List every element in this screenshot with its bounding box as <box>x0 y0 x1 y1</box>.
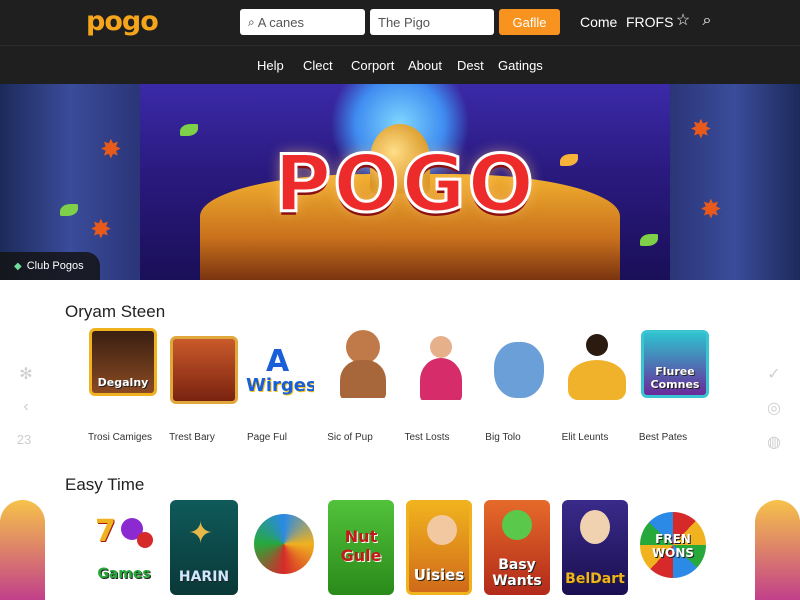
game-tile[interactable]: ✦ HARIN <box>170 500 238 595</box>
maple-leaf-icon: ✸ <box>100 134 122 164</box>
hero-title: POGO <box>273 139 536 232</box>
character-head <box>502 510 532 540</box>
nav-item-clect[interactable]: Clect <box>303 58 333 73</box>
game-caption[interactable]: Big Tolo <box>458 432 548 443</box>
game-tile[interactable] <box>254 514 314 574</box>
nav-item-gatings[interactable]: Gatings <box>498 58 543 73</box>
character-head <box>586 334 608 356</box>
top-bar: pogo ⌕ A canes The Pigo Gaflle Come FROF… <box>0 0 800 45</box>
seven-icon: 7 <box>95 514 116 549</box>
game-tile[interactable] <box>562 332 630 400</box>
hero-banner[interactable]: ✸ ✸ ✸ ✸ POGO <box>0 84 800 280</box>
game-tile[interactable]: A Wirges <box>246 340 314 408</box>
search-icon[interactable]: ⌕ <box>698 12 716 30</box>
pogo-logo[interactable]: pogo <box>86 6 159 37</box>
gear-icon: ✻ <box>19 366 33 383</box>
character-dress <box>420 358 462 400</box>
character-body <box>340 360 386 398</box>
game-caption[interactable]: Page Ful <box>222 432 312 443</box>
game-tile[interactable]: Degalny <box>89 328 157 396</box>
game-tile[interactable] <box>406 332 474 400</box>
game-tile[interactable]: 7 Games <box>89 510 159 590</box>
secondary-search-placeholder: The Pigo <box>378 14 431 30</box>
game-title: Wirges <box>246 375 314 396</box>
nav-item-corport[interactable]: Corport <box>351 58 394 73</box>
game-title: BelDart <box>565 571 625 587</box>
character-head <box>427 515 457 545</box>
search-icon: ⌕ <box>248 14 255 29</box>
nav-item-dest[interactable]: Dest <box>457 58 484 73</box>
game-title: Uisies <box>413 566 465 584</box>
dribbble-icon[interactable]: ◍ <box>764 432 784 452</box>
game-tile[interactable]: Nut Gule <box>328 500 394 595</box>
game-tile[interactable] <box>328 330 396 398</box>
character-head <box>430 336 452 358</box>
search-placeholder: A canes <box>257 14 304 30</box>
check-icon: ✓ <box>767 366 781 383</box>
game-tile[interactable]: FREN WONS <box>640 512 706 578</box>
maple-leaf-icon: ✸ <box>90 214 112 244</box>
game-title: Degalny <box>97 376 149 389</box>
game-title: HARIN <box>178 569 230 585</box>
game-title: Games <box>97 566 151 582</box>
gem-icon: ◆ <box>14 260 22 272</box>
phoenix-icon: ✦ <box>188 517 214 550</box>
secondary-search-input[interactable]: The Pigo <box>370 9 494 35</box>
character-body <box>494 342 544 398</box>
letter-a-icon: A <box>266 344 290 379</box>
section-title: Oryam Steen <box>65 302 166 321</box>
left-palace-decoration <box>0 500 45 600</box>
hero-badge-label: Club Pogos <box>26 260 84 272</box>
character-dress <box>568 360 626 400</box>
right-palace-decoration <box>755 500 800 600</box>
cta-button[interactable]: Gaflle <box>499 9 560 35</box>
chevron-left-icon[interactable]: ‹ <box>16 398 36 416</box>
maple-leaf-icon: ✸ <box>700 194 722 224</box>
game-tile[interactable]: Uisies <box>406 500 472 595</box>
game-caption[interactable]: Elit Leunts <box>540 432 630 443</box>
game-tile[interactable] <box>484 336 552 404</box>
game-title: Fluree Comnes <box>650 365 700 391</box>
game-caption[interactable]: Best Pates <box>618 432 708 443</box>
left-curtain <box>0 84 140 280</box>
section-title: Easy Time <box>65 475 145 494</box>
top-link-come[interactable]: Come <box>580 14 617 30</box>
game-title: FREN WONS <box>651 532 695 560</box>
game-tile[interactable]: BelDart <box>562 500 628 595</box>
cherry-icon <box>137 532 153 548</box>
nav-item-about[interactable]: About <box>408 58 442 73</box>
main-nav: Help Clect Corport About Dest Gatings <box>0 45 800 84</box>
game-tile[interactable]: Fluree Comnes <box>641 330 709 398</box>
game-title: Nut Gule <box>340 527 382 565</box>
character-head <box>346 330 380 364</box>
instagram-icon[interactable]: ◎ <box>764 398 784 418</box>
game-tile[interactable]: Basy Wants <box>484 500 550 595</box>
hero-badge[interactable]: ◆ Club Pogos <box>0 252 100 280</box>
leaf-icon <box>640 234 658 246</box>
character-head <box>580 510 610 544</box>
game-title: Basy Wants <box>492 557 542 589</box>
maple-leaf-icon: ✸ <box>690 114 712 144</box>
top-link-frofs[interactable]: FROFS <box>626 14 673 30</box>
search-input[interactable]: ⌕ A canes <box>240 9 365 35</box>
game-tile[interactable] <box>170 336 238 404</box>
nav-item-help[interactable]: Help <box>257 58 284 73</box>
leaf-icon <box>180 124 198 136</box>
star-icon[interactable]: ☆ <box>674 12 692 30</box>
page-number: 23 <box>16 432 32 447</box>
